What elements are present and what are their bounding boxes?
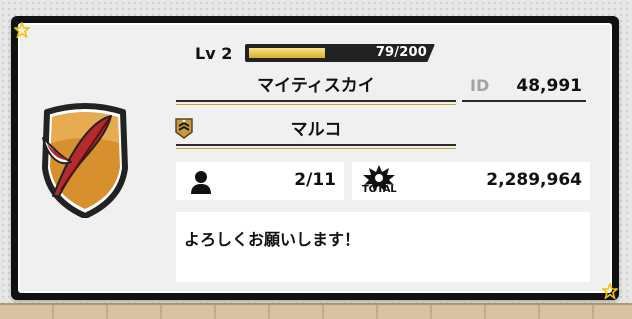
player-name: マイティスカイ — [176, 72, 456, 105]
floor-strip — [0, 303, 632, 319]
rank-name: マルコ — [176, 116, 456, 149]
id-label: ID — [470, 76, 490, 95]
player-id-block: ID 48,991 — [462, 72, 586, 102]
total-label: TOTAL — [362, 184, 397, 195]
members-box: 2/11 — [176, 162, 344, 200]
greeting-message-box: よろしくお願いします！ — [176, 212, 590, 282]
total-value: 2,289,964 — [486, 170, 582, 190]
level-label: Lv 2 — [195, 44, 233, 63]
xp-progress-text: 79/200 — [375, 45, 427, 60]
rank-badge-icon — [175, 118, 193, 139]
feather-shield-emblem-icon — [42, 103, 128, 218]
star-icon — [14, 22, 30, 38]
xp-progress-bar: 79/200 — [245, 44, 435, 62]
id-value: 48,991 — [516, 76, 582, 96]
members-value: 2/11 — [294, 170, 336, 190]
total-box: TOTAL 2,289,964 — [352, 162, 590, 200]
greeting-message: よろしくお願いします！ — [184, 230, 361, 249]
person-icon — [191, 171, 211, 194]
xp-progress-fill — [249, 48, 325, 58]
star-icon — [602, 283, 618, 299]
